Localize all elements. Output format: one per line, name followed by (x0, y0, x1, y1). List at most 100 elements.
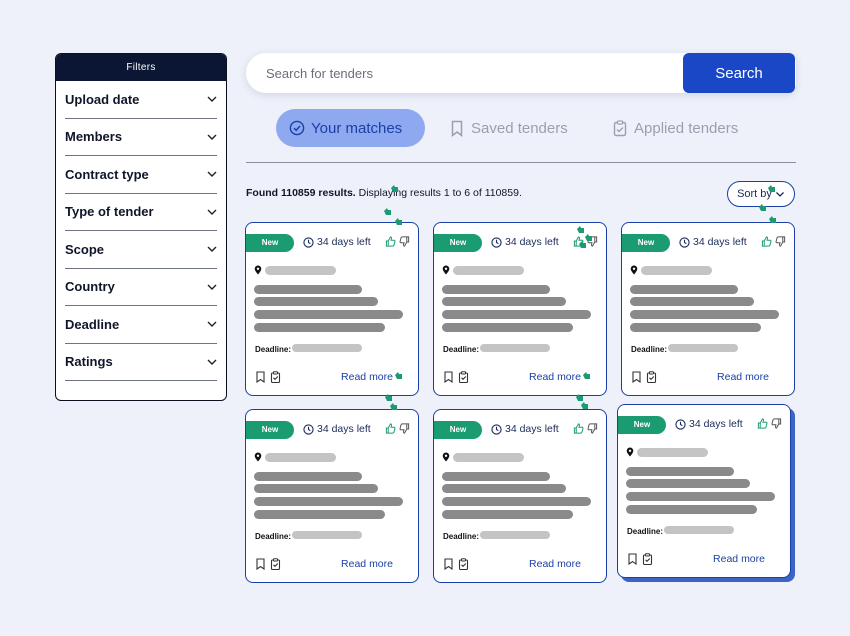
thumbs-down-icon[interactable] (771, 418, 782, 429)
tab-label: Applied tenders (634, 119, 739, 137)
location-placeholder (453, 453, 524, 462)
deadline-placeholder (292, 531, 362, 539)
title-placeholder-line (630, 323, 761, 332)
days-left: 34 days left (303, 423, 371, 435)
filter-members[interactable]: Members (65, 119, 217, 156)
deadline-placeholder (292, 344, 362, 352)
location-pin-icon (254, 452, 262, 462)
clipboard-check-icon[interactable] (642, 553, 653, 565)
title-placeholder-line (630, 285, 738, 294)
title-placeholder-line (442, 323, 573, 332)
read-more-link[interactable]: Read more (341, 558, 393, 570)
bookmark-icon[interactable] (631, 371, 642, 383)
read-more-link[interactable]: Read more (341, 371, 393, 383)
bookmark-icon[interactable] (627, 553, 638, 565)
title-placeholder-line (626, 467, 734, 476)
read-more-link[interactable]: Read more (717, 371, 769, 383)
title-placeholder-line (254, 472, 362, 481)
hand-cursor-icon (581, 402, 588, 409)
location-placeholder (453, 266, 524, 275)
tender-card[interactable]: New 34 days left Deadline: Read more (433, 409, 607, 583)
days-left-text: 34 days left (689, 418, 743, 430)
title-placeholder-line (254, 497, 403, 506)
location-placeholder (637, 448, 708, 457)
hand-cursor-icon (395, 218, 402, 225)
hand-cursor-icon (583, 372, 590, 379)
clipboard-check-icon[interactable] (458, 558, 469, 570)
clipboard-check-icon[interactable] (458, 371, 469, 383)
deadline-label: Deadline: (255, 345, 292, 354)
tab-saved-tenders[interactable]: Saved tenders (449, 109, 568, 147)
tender-card[interactable]: New 34 days left Deadline: Read more (245, 222, 419, 396)
rating-buttons (757, 418, 782, 429)
days-left-text: 34 days left (317, 236, 371, 248)
title-placeholder-line (442, 472, 550, 481)
filter-contract-type[interactable]: Contract type (65, 156, 217, 194)
filter-label: Country (65, 279, 115, 295)
clock-icon (491, 236, 502, 248)
thumbs-up-icon[interactable] (757, 418, 768, 429)
thumbs-up-icon[interactable] (385, 423, 396, 434)
bookmark-icon[interactable] (443, 558, 454, 570)
tabs-divider (246, 162, 796, 163)
hand-cursor-icon (759, 204, 766, 211)
thumbs-up-icon[interactable] (385, 236, 396, 247)
tender-card[interactable]: New 34 days left Deadline: Read more (617, 404, 791, 578)
deadline-label: Deadline: (255, 532, 292, 541)
thumbs-down-icon[interactable] (399, 236, 410, 247)
bookmark-icon[interactable] (255, 371, 266, 383)
thumbs-up-icon[interactable] (573, 423, 584, 434)
deadline-placeholder (664, 526, 734, 534)
days-left: 34 days left (491, 236, 559, 248)
filter-label: Contract type (65, 166, 149, 182)
location-placeholder (265, 266, 336, 275)
filter-ratings[interactable]: Ratings (65, 344, 217, 381)
tab-your-matches[interactable]: Your matches (276, 109, 425, 147)
tender-card[interactable]: New 34 days left Deadline: Read more (621, 222, 795, 396)
title-placeholder-line (442, 484, 566, 493)
filter-label: Members (65, 129, 123, 145)
thumbs-down-icon[interactable] (775, 236, 786, 247)
thumbs-down-icon[interactable] (399, 423, 410, 434)
filter-country[interactable]: Country (65, 269, 217, 306)
card-actions (627, 553, 653, 565)
read-more-link[interactable]: Read more (529, 558, 581, 570)
bookmark-icon[interactable] (443, 371, 454, 383)
hand-cursor-icon (768, 185, 775, 192)
tender-card[interactable]: New 34 days left Deadline: Read more (245, 409, 419, 583)
hand-cursor-icon (579, 241, 586, 248)
days-left-text: 34 days left (693, 236, 747, 248)
tab-applied-tenders[interactable]: Applied tenders (612, 109, 738, 147)
bookmark-icon[interactable] (255, 558, 266, 570)
title-placeholder-line (630, 310, 779, 319)
thumbs-down-icon[interactable] (587, 423, 598, 434)
clock-icon (491, 423, 502, 435)
clipboard-check-icon[interactable] (270, 558, 281, 570)
title-placeholder-line (254, 484, 378, 493)
rating-buttons (761, 236, 786, 247)
thumbs-up-icon[interactable] (761, 236, 772, 247)
search-button[interactable]: Search (683, 53, 795, 93)
clipboard-check-icon[interactable] (270, 371, 281, 383)
days-left: 34 days left (679, 236, 747, 248)
clipboard-check-icon[interactable] (646, 371, 657, 383)
filter-type-of-tender[interactable]: Type of tender (65, 194, 217, 231)
clock-icon (675, 418, 686, 430)
chevron-down-icon (207, 171, 217, 178)
chevron-down-icon (207, 134, 217, 140)
filter-scope[interactable]: Scope (65, 231, 217, 269)
filter-upload-date[interactable]: Upload date (65, 81, 217, 119)
chevron-down-icon (207, 246, 217, 253)
hand-cursor-icon (391, 185, 398, 192)
read-more-link[interactable]: Read more (713, 553, 765, 565)
check-badge-icon (289, 120, 305, 136)
read-more-link[interactable]: Read more (529, 371, 581, 383)
chevron-down-icon (207, 359, 217, 365)
filter-deadline[interactable]: Deadline (65, 306, 217, 344)
title-placeholder-line (442, 297, 566, 306)
rating-buttons (385, 423, 410, 434)
card-actions (443, 558, 469, 570)
search-input[interactable] (266, 53, 676, 93)
days-left-text: 34 days left (505, 236, 559, 248)
results-found: Found 110859 results. (246, 187, 356, 199)
